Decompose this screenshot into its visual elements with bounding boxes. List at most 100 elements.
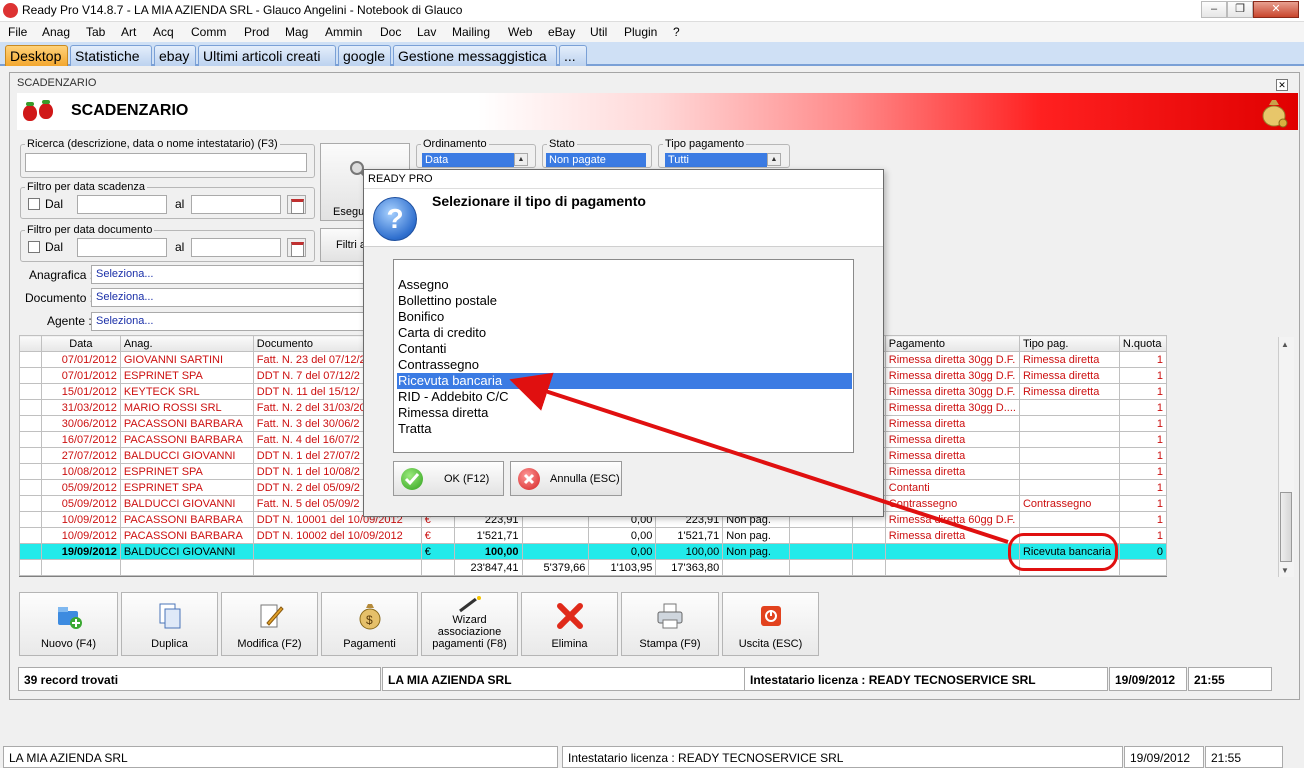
close-button[interactable]: ✕ — [1253, 1, 1299, 18]
menu-art[interactable]: Art — [121, 25, 136, 39]
agente-select[interactable]: Seleziona... — [91, 312, 381, 331]
menu-ammin[interactable]: Ammin — [325, 25, 362, 39]
tab-statistiche[interactable]: Statistiche — [70, 45, 152, 66]
wizard-label-3: pagamenti (F8) — [432, 638, 507, 650]
payment-option[interactable]: Carta di credito — [397, 325, 852, 341]
restore-button[interactable]: ❐ — [1227, 1, 1253, 18]
documento-al-label: al — [175, 240, 185, 254]
row-indicator — [19, 447, 42, 464]
duplica-button[interactable]: Duplica — [121, 592, 218, 656]
search-input[interactable] — [25, 153, 307, 172]
window-close-icon[interactable]: ✕ — [1276, 79, 1288, 91]
uscita-button[interactable]: Uscita (ESC) — [722, 592, 819, 656]
cell-data: 07/01/2012 — [40, 351, 121, 368]
tab-google[interactable]: google — [338, 45, 391, 66]
documento-from-field[interactable] — [77, 238, 167, 257]
records-count: 39 record trovati — [18, 667, 381, 691]
menu-util[interactable]: Util — [590, 25, 607, 39]
cell-valuta: € — [420, 527, 455, 544]
tab-desktop[interactable]: Desktop — [5, 45, 68, 66]
payment-option[interactable]: Bonifico — [397, 309, 852, 325]
cell-nquota: 1 — [1118, 367, 1167, 384]
col-tipo-pag[interactable]: Tipo pag. — [1018, 335, 1120, 352]
menu-comm[interactable]: Comm — [191, 25, 226, 39]
row-indicator — [19, 367, 42, 384]
stato-value[interactable]: Non pagate — [546, 153, 646, 167]
table-row[interactable]: 23'847,41 5'379,66 1'103,95 17'363,80 — [19, 559, 1167, 576]
new-folder-icon — [57, 607, 82, 629]
scrollbar-thumb[interactable] — [1280, 492, 1292, 562]
col-anag[interactable]: Anag. — [119, 335, 254, 352]
window-title: Ready Pro V14.8.7 - LA MIA AZIENDA SRL -… — [22, 3, 463, 17]
calendar-icon[interactable] — [287, 238, 306, 257]
svg-text:$: $ — [366, 613, 373, 627]
nuovo-button[interactable]: Nuovo (F4) — [19, 592, 118, 656]
modifica-button[interactable]: Modifica (F2) — [221, 592, 318, 656]
module-title: SCADENZARIO — [71, 102, 189, 119]
minimize-button[interactable]: – — [1201, 1, 1227, 18]
menu-acq[interactable]: Acq — [153, 25, 174, 39]
calendar-icon[interactable] — [287, 195, 306, 214]
menu-anag[interactable]: Anag — [42, 25, 70, 39]
wizard-label-2: associazione — [437, 626, 502, 638]
row-indicator — [19, 463, 42, 480]
menu-file[interactable]: File — [8, 25, 27, 39]
scadenza-checkbox[interactable] — [28, 198, 40, 210]
status-license: Intestatario licenza : READY TECNOSERVIC… — [744, 667, 1108, 691]
tab-gestione-messaggistica[interactable]: Gestione messaggistica — [393, 45, 557, 66]
tab-ultimi-articoli[interactable]: Ultimi articoli creati — [198, 45, 336, 66]
cell-data — [40, 559, 121, 576]
payment-option[interactable]: Assegno — [397, 277, 852, 293]
tab-more[interactable]: ... — [559, 45, 587, 66]
cell-tipo-pag: Rimessa diretta — [1018, 351, 1120, 368]
scroll-up-icon[interactable]: ▲ — [514, 153, 528, 166]
col-pagamento[interactable]: Pagamento — [884, 335, 1020, 352]
cell-data: 07/01/2012 — [40, 367, 121, 384]
cell-anag: PACASSONI BARBARA — [119, 527, 254, 544]
scroll-up-icon[interactable]: ▲ — [767, 153, 781, 166]
wizard-button[interactable]: Wizard associazione pagamenti (F8) — [421, 592, 518, 656]
scadenza-from-field[interactable] — [77, 195, 167, 214]
ordinamento-value[interactable]: Data — [422, 153, 514, 167]
anagrafica-select[interactable]: Seleziona... — [91, 265, 381, 284]
elimina-button[interactable]: Elimina — [521, 592, 618, 656]
cell-tipo-pag: Rimessa diretta — [1018, 367, 1120, 384]
cell-pagamento — [884, 559, 1020, 576]
menu-plugin[interactable]: Plugin — [624, 25, 657, 39]
tab-ebay[interactable]: ebay — [154, 45, 196, 66]
cell-nquota: 0 — [1118, 543, 1167, 560]
menu-prod[interactable]: Prod — [244, 25, 269, 39]
menu-lav[interactable]: Lav — [417, 25, 436, 39]
documento-select[interactable]: Seleziona... — [91, 288, 381, 307]
menu-doc[interactable]: Doc — [380, 25, 401, 39]
documento-to-field[interactable] — [191, 238, 281, 257]
documento-checkbox[interactable] — [28, 241, 40, 253]
scroll-down-arrow-icon[interactable]: ▼ — [1281, 566, 1289, 575]
col-nquota[interactable]: N.quota — [1118, 335, 1167, 352]
scadenza-to-field[interactable] — [191, 195, 281, 214]
menu-web[interactable]: Web — [508, 25, 532, 39]
cell-data: 31/03/2012 — [40, 399, 121, 416]
scroll-up-arrow-icon[interactable]: ▲ — [1281, 340, 1289, 349]
pagamenti-button[interactable]: $ Pagamenti — [321, 592, 418, 656]
ordinamento-legend: Ordinamento — [423, 138, 487, 150]
col-data[interactable]: Data — [40, 335, 121, 352]
menu-ebay[interactable]: eBay — [548, 25, 575, 39]
row-indicator — [19, 543, 42, 560]
menu-tab[interactable]: Tab — [86, 25, 105, 39]
cell-nquota: 1 — [1118, 463, 1167, 480]
tipo-pagamento-value[interactable]: Tutti — [665, 153, 767, 167]
cell-tipo-pag — [1018, 447, 1120, 464]
menu-mag[interactable]: Mag — [285, 25, 308, 39]
wizard-label-1: Wizard — [452, 614, 487, 626]
duplica-label: Duplica — [151, 638, 188, 650]
menu-help[interactable]: ? — [673, 25, 680, 39]
payment-option[interactable]: Contanti — [397, 341, 852, 357]
stampa-button[interactable]: Stampa (F9) — [621, 592, 719, 656]
edit-icon — [260, 604, 284, 628]
cell-anag: KEYTECK SRL — [119, 383, 254, 400]
ok-button[interactable]: OK (F12) — [393, 461, 504, 496]
strawberry-icon — [23, 102, 37, 121]
menu-mailing[interactable]: Mailing — [452, 25, 490, 39]
payment-option[interactable]: Bollettino postale — [397, 293, 852, 309]
